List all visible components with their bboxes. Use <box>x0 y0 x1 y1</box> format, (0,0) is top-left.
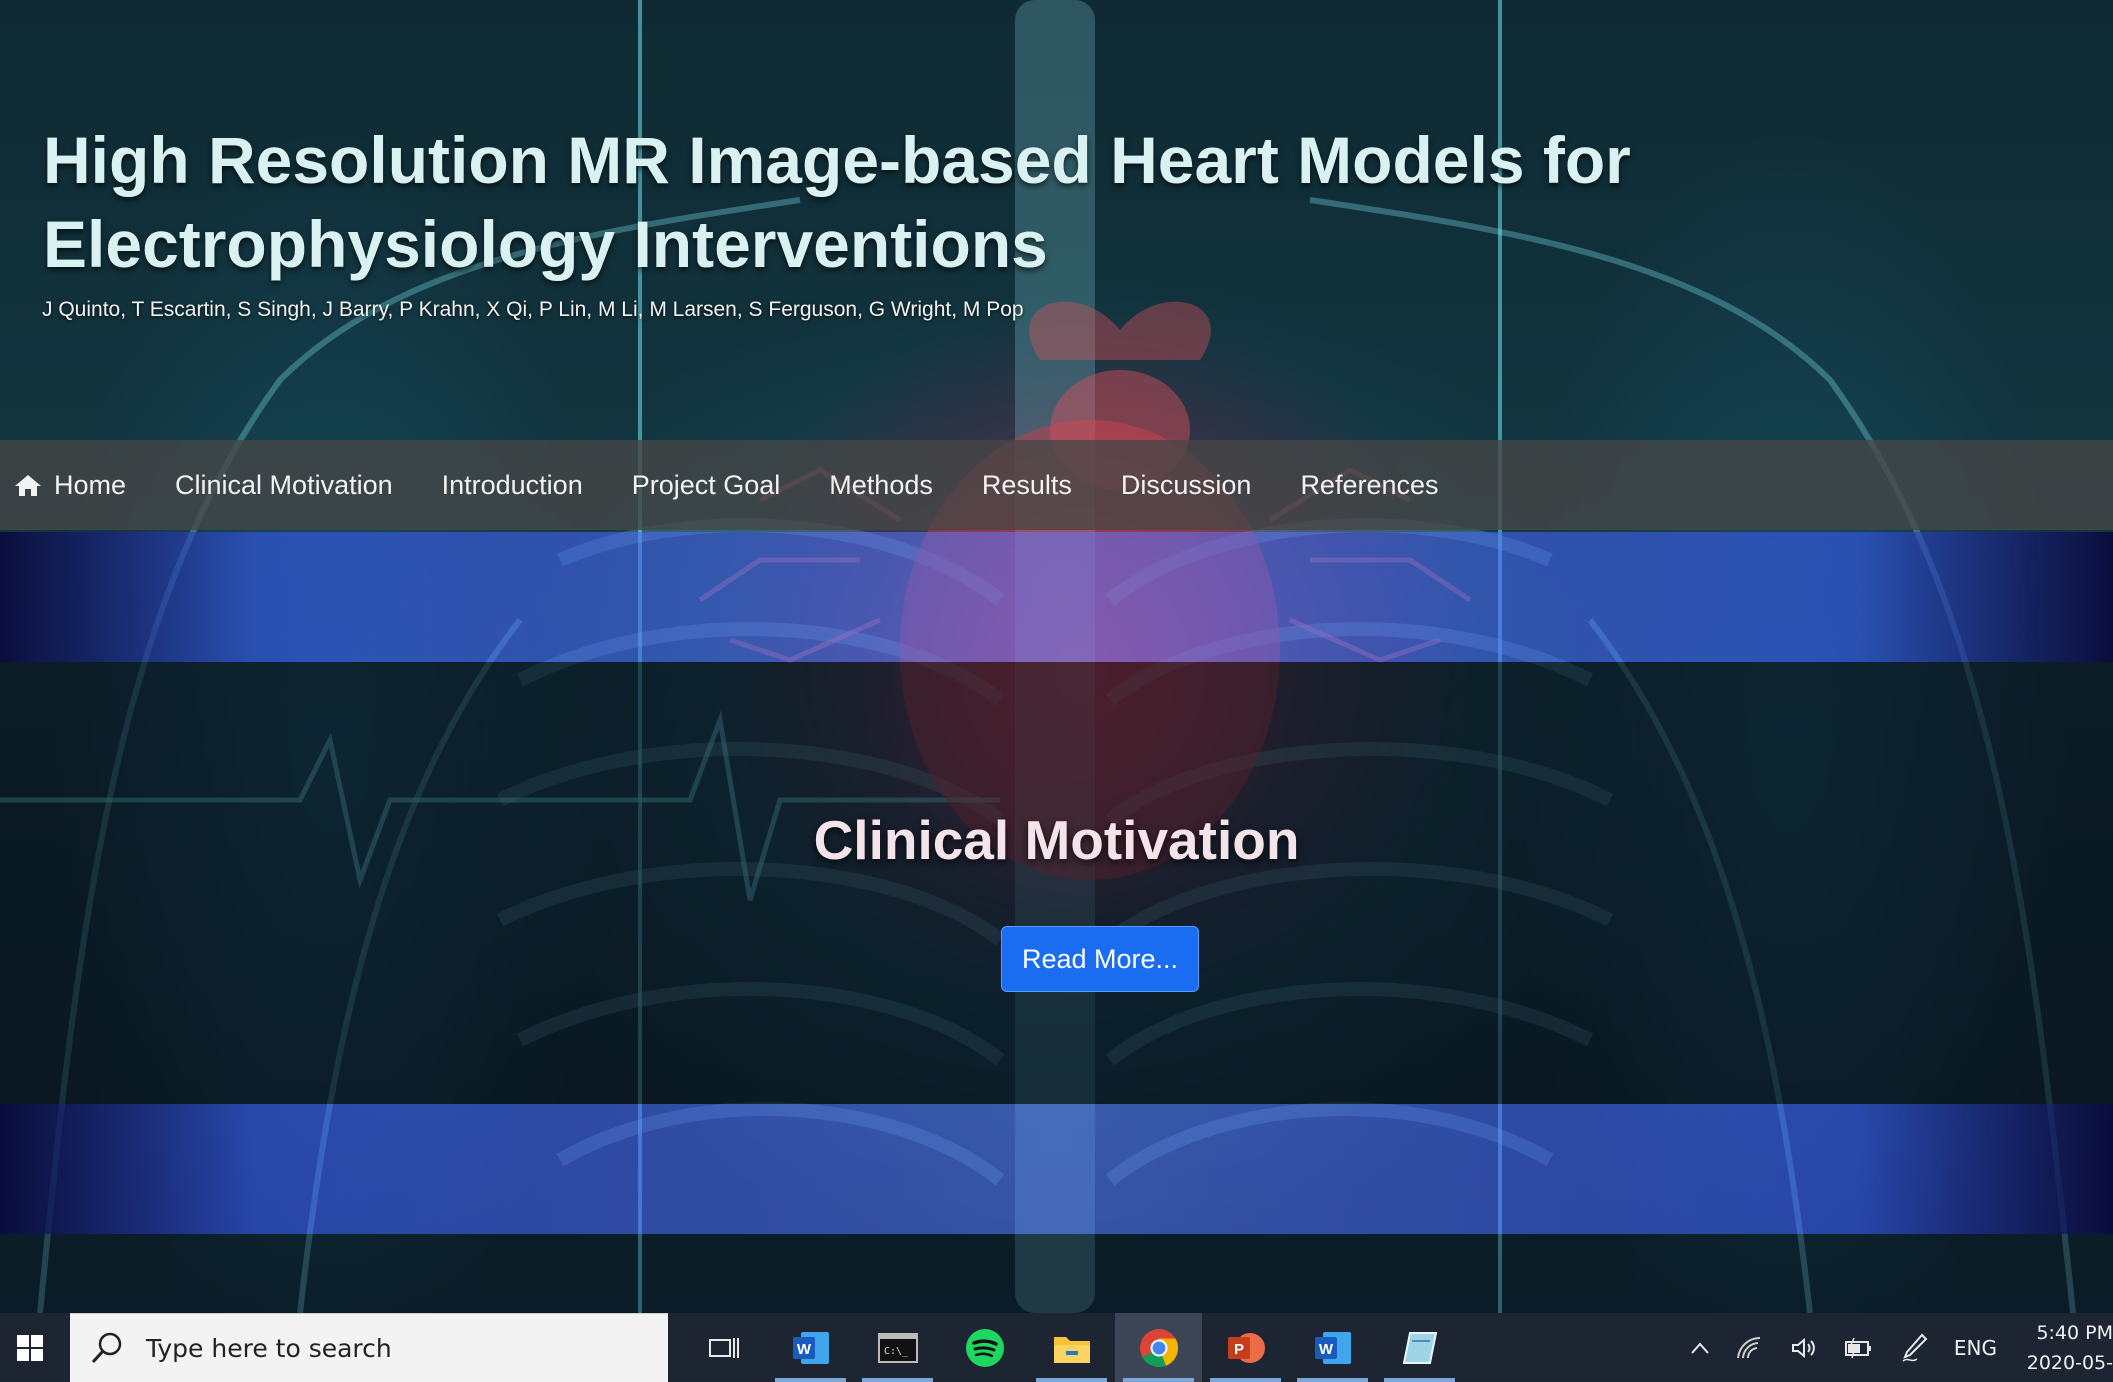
top-nav: Home Clinical Motivation Introduction Pr… <box>0 440 2113 530</box>
nav-item-label: Introduction <box>441 469 583 500</box>
blue-band-top <box>0 532 2113 662</box>
nav-item-results[interactable]: Results <box>982 470 1072 501</box>
nav-item-references[interactable]: References <box>1300 470 1438 501</box>
nav-item-label: Methods <box>829 469 933 500</box>
nav-item-project-goal[interactable]: Project Goal <box>632 470 781 501</box>
nav-item-label: Discussion <box>1120 469 1252 500</box>
task-view-icon <box>708 1337 739 1358</box>
taskbar-word-2[interactable]: W <box>1289 1313 1376 1382</box>
taskbar-file-explorer[interactable] <box>1028 1313 1115 1382</box>
chrome-icon <box>1139 1328 1178 1367</box>
svg-text:C:\_: C:\_ <box>884 1346 909 1357</box>
windows-logo-icon <box>17 1334 43 1361</box>
show-hidden-icons-button[interactable] <box>1690 1341 1710 1355</box>
word-icon: W <box>1314 1331 1351 1364</box>
nav-item-introduction[interactable]: Introduction <box>442 470 583 501</box>
taskbar-notes[interactable] <box>1376 1313 1463 1382</box>
nav-item-discussion[interactable]: Discussion <box>1121 470 1252 501</box>
home-icon <box>15 475 41 496</box>
taskbar-apps: W C:\_ P W <box>680 1313 1463 1382</box>
system-tray: ENG 5:40 PM 2020-05- <box>1664 1313 2113 1382</box>
word-icon: W <box>792 1331 829 1364</box>
nav-item-clinical-motivation[interactable]: Clinical Motivation <box>175 470 393 501</box>
nav-item-label: Clinical Motivation <box>175 469 393 500</box>
file-explorer-icon <box>1053 1336 1090 1363</box>
taskbar-word-1[interactable]: W <box>767 1313 854 1382</box>
clock-button[interactable]: 5:40 PM 2020-05- <box>2023 1318 2113 1378</box>
powerpoint-icon: P <box>1227 1332 1265 1363</box>
nav-item-label: Project Goal <box>631 469 781 500</box>
hero-panel <box>0 662 2113 1104</box>
nav-item-label: Results <box>981 469 1072 500</box>
nav-item-label: References <box>1300 469 1439 500</box>
blue-band-bottom <box>0 1104 2113 1234</box>
taskbar-spotify[interactable] <box>941 1313 1028 1382</box>
authors-line: J Quinto, T Escartin, S Singh, J Barry, … <box>42 298 1024 321</box>
speaker-icon <box>1791 1337 1815 1358</box>
taskbar-search-box[interactable]: Type here to search <box>70 1313 668 1382</box>
svg-text:P: P <box>1233 1341 1243 1358</box>
lower-panel <box>0 1234 2113 1313</box>
taskbar-powerpoint[interactable]: P <box>1202 1313 1289 1382</box>
spotify-icon <box>965 1328 1004 1367</box>
clock-time: 5:40 PM <box>2036 1321 2113 1344</box>
svg-text:W: W <box>1318 1341 1333 1358</box>
battery-button[interactable] <box>1844 1337 1874 1359</box>
terminal-icon: C:\_ <box>877 1332 918 1363</box>
start-button[interactable] <box>0 1313 60 1382</box>
nav-item-label: Home <box>54 469 127 500</box>
clock-date: 2020-05- <box>2026 1351 2113 1374</box>
nav-item-home[interactable]: Home <box>14 470 126 501</box>
read-more-button[interactable]: Read More... <box>1001 926 1199 992</box>
language-label: ENG <box>1953 1335 1997 1360</box>
search-icon <box>91 1332 122 1364</box>
input-language-button[interactable]: ENG <box>1954 1336 1997 1360</box>
chevron-up-icon <box>1691 1341 1709 1354</box>
volume-button[interactable] <box>1790 1336 1818 1360</box>
page-title: High Resolution MR Image-based Heart Mod… <box>43 123 1631 281</box>
svg-text:W: W <box>796 1341 811 1358</box>
search-placeholder: Type here to search <box>146 1333 392 1363</box>
taskbar-terminal[interactable]: C:\_ <box>854 1313 941 1382</box>
nav-item-methods[interactable]: Methods <box>829 470 933 501</box>
task-view-button[interactable] <box>680 1313 767 1382</box>
section-title: Clinical Motivation <box>813 809 1300 871</box>
windows-taskbar: Type here to search W C:\_ P W ENG 5:40 … <box>0 1313 2113 1382</box>
taskbar-chrome[interactable] <box>1115 1313 1202 1382</box>
battery-charging-icon <box>1844 1337 1871 1358</box>
pen-workspace-button[interactable] <box>1900 1333 1928 1363</box>
pen-icon <box>1902 1333 1928 1362</box>
notes-icon <box>1402 1331 1437 1364</box>
network-button[interactable] <box>1736 1336 1764 1360</box>
wifi-icon <box>1736 1336 1760 1358</box>
